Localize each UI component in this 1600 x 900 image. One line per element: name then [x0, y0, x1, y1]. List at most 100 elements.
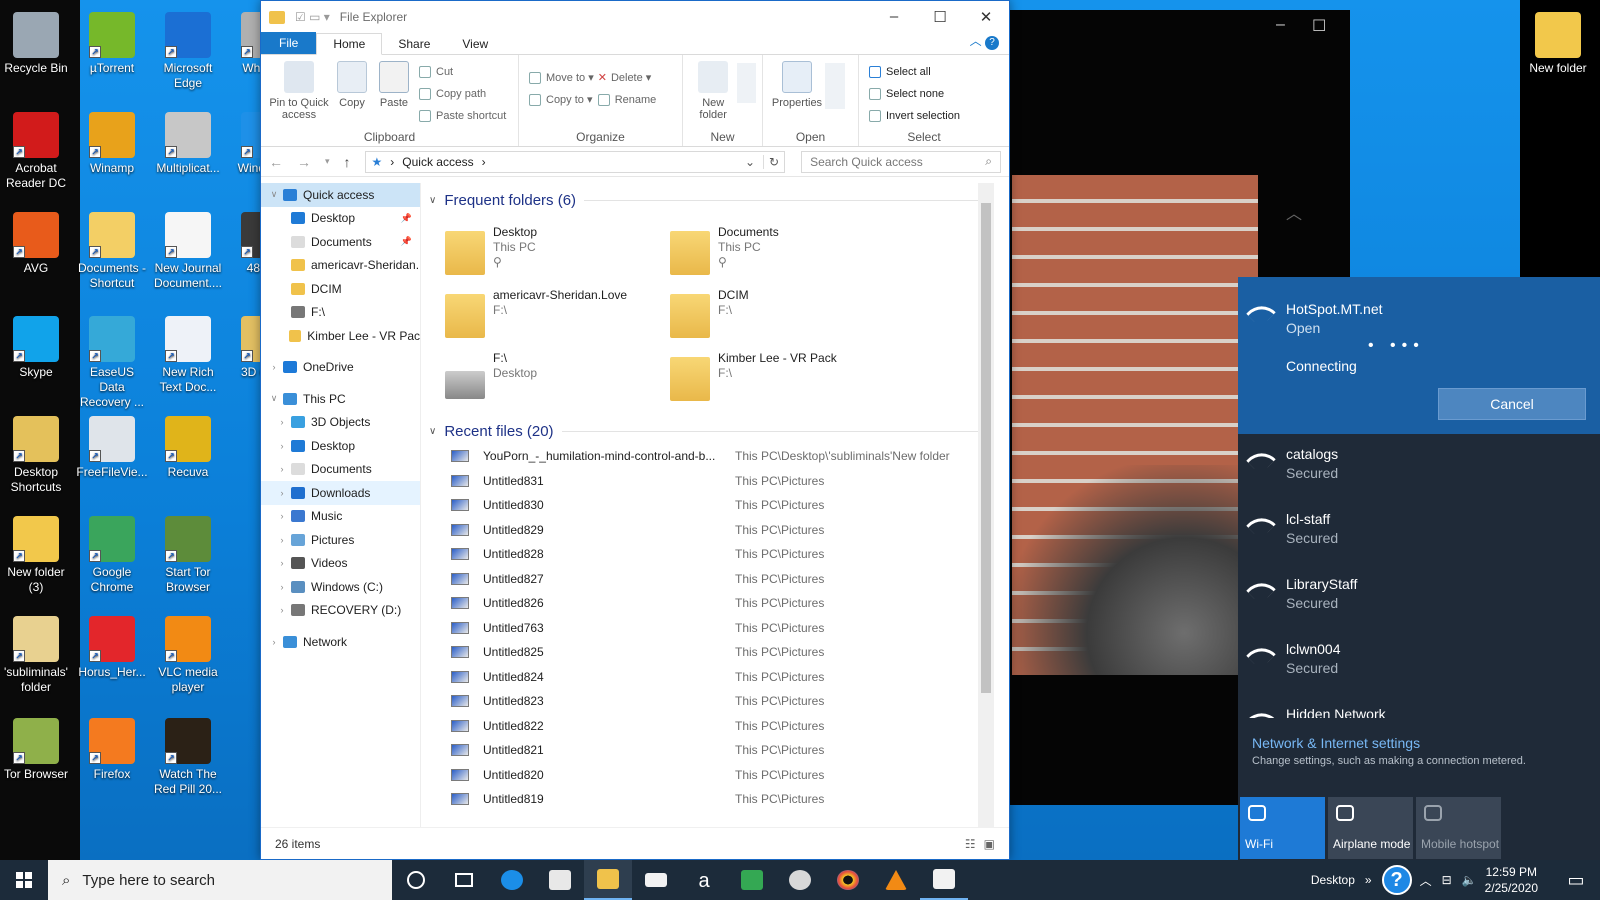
- delete-button[interactable]: ✕ Delete ▾: [594, 67, 657, 89]
- copy-to-button[interactable]: Copy to ▾: [525, 89, 594, 111]
- recent-file-row[interactable]: Untitled823 This PC\Pictures: [423, 689, 978, 714]
- quick-action-mobile-hotspot[interactable]: Mobile hotspot: [1416, 797, 1501, 859]
- paste-shortcut-button[interactable]: Paste shortcut: [415, 105, 506, 127]
- recent-file-row[interactable]: Untitled820 This PC\Pictures: [423, 763, 978, 788]
- vlc-taskbar-icon[interactable]: [872, 860, 920, 900]
- desktop-icon-microsoft-edge[interactable]: ↗ Microsoft Edge: [152, 8, 224, 91]
- frequent-folder-f[interactable]: F:\ Desktop: [445, 351, 660, 411]
- file-explorer-taskbar-icon[interactable]: [584, 860, 632, 900]
- chevron-right-icon[interactable]: ›: [275, 488, 289, 498]
- nav-item-dcim[interactable]: DCIM: [261, 277, 420, 301]
- network-lcl-staff[interactable]: lcl-staff Secured: [1238, 499, 1600, 564]
- volume-icon[interactable]: 🔈: [1462, 873, 1477, 887]
- chevron-up-icon[interactable]: ︿: [1420, 872, 1432, 889]
- desktop-icon-google-chrome[interactable]: ↗ Google Chrome: [76, 512, 148, 595]
- properties-button[interactable]: Properties: [769, 59, 825, 128]
- recent-file-row[interactable]: Untitled819 This PC\Pictures: [423, 787, 978, 812]
- chevron-right-icon[interactable]: ›: [275, 464, 289, 474]
- nav-item-americavr-sheridan[interactable]: americavr-Sheridan.: [261, 254, 420, 278]
- search-box[interactable]: Search Quick access ⌕: [801, 150, 1001, 173]
- chevron-right-icon[interactable]: ›: [275, 417, 289, 427]
- desktop-icon-vlc-media-player[interactable]: ↗ VLC media player: [152, 612, 224, 695]
- nav-item-windows-c[interactable]: › Windows (C:): [261, 575, 420, 599]
- new-item-icon[interactable]: [737, 63, 756, 103]
- desktop-icon-avg[interactable]: ↗ AVG: [0, 208, 72, 276]
- network-connecting[interactable]: HotSpot.MT.net Open • ••• Connecting Can…: [1238, 277, 1600, 434]
- desktop-icon-documents-shortcut[interactable]: ↗ Documents - Shortcut: [76, 208, 148, 291]
- nav-item-downloads[interactable]: › Downloads: [261, 481, 420, 505]
- pin-icon[interactable]: 📌: [401, 236, 412, 247]
- mail-taskbar-icon[interactable]: [632, 860, 680, 900]
- taskbar-search[interactable]: ⌕ Type here to search: [48, 860, 392, 900]
- quick-action-wi-fi[interactable]: Wi-Fi: [1240, 797, 1325, 859]
- tripadvisor-taskbar-icon[interactable]: [728, 860, 776, 900]
- chevron-right-icon[interactable]: ›: [275, 511, 289, 521]
- desktop-icon-new-folder-3[interactable]: ↗ New folder (3): [0, 512, 72, 595]
- pin-icon[interactable]: ⚲: [493, 255, 537, 270]
- nav-item-f[interactable]: F:\: [261, 301, 420, 325]
- pin-icon[interactable]: ⚲: [718, 255, 779, 270]
- nav-item-documents[interactable]: › Documents: [261, 458, 420, 482]
- nav-item-desktop[interactable]: › Desktop: [261, 434, 420, 458]
- tab-view[interactable]: View: [446, 34, 504, 54]
- desktop-icon-recycle-bin[interactable]: Recycle Bin: [0, 8, 72, 76]
- copy-path-button[interactable]: Copy path: [415, 83, 506, 105]
- help-icon[interactable]: ?: [985, 36, 999, 50]
- minimize-icon[interactable]: –: [1276, 16, 1285, 34]
- copy-button[interactable]: Copy: [331, 59, 373, 128]
- desktop-icon-multiplicat[interactable]: ↗ Multiplicat...: [152, 108, 224, 176]
- chevron-right-icon[interactable]: ›: [275, 558, 289, 568]
- select-none-button[interactable]: Select none: [865, 83, 960, 105]
- amazon-taskbar-icon[interactable]: a: [680, 860, 728, 900]
- frequent-folder-kimber-lee-vr-pack[interactable]: Kimber Lee - VR Pack F:\: [670, 351, 885, 411]
- nav-item-documents[interactable]: Documents 📌: [261, 230, 420, 254]
- chevron-up-icon[interactable]: ︿: [1286, 200, 1302, 224]
- recent-file-row[interactable]: Untitled821 This PC\Pictures: [423, 738, 978, 763]
- up-icon[interactable]: ↑: [344, 154, 351, 170]
- desktop-icon-acrobat-reader-dc[interactable]: ↗ Acrobat Reader DC: [0, 108, 72, 191]
- toolbar-expand-icon[interactable]: »: [1365, 873, 1372, 887]
- minimize-button[interactable]: –: [871, 8, 917, 26]
- network-tray-icon[interactable]: ⊟: [1442, 873, 1452, 887]
- tab-file[interactable]: File: [261, 32, 317, 54]
- address-path[interactable]: ★ › Quick access › ⌄ ↻: [364, 150, 786, 173]
- frequent-folder-americavr-sheridan-love[interactable]: americavr-Sheridan.Love F:\: [445, 288, 660, 348]
- close-button[interactable]: ✕: [963, 8, 1009, 26]
- chevron-right-icon[interactable]: ›: [275, 441, 289, 451]
- color-app-taskbar-icon[interactable]: [824, 860, 872, 900]
- media-app-taskbar-icon[interactable]: [776, 860, 824, 900]
- desktop-icon-new-journal-document[interactable]: ↗ New Journal Document....: [152, 208, 224, 291]
- rename-button[interactable]: Rename: [594, 89, 656, 111]
- open-icon[interactable]: [825, 63, 845, 109]
- start-button[interactable]: [0, 860, 48, 900]
- recent-file-row[interactable]: YouPorn_-_humilation-mind-control-and-b.…: [423, 444, 978, 469]
- vertical-scrollbar[interactable]: [978, 183, 994, 828]
- desktop-icon-torrent[interactable]: ↗ µTorrent: [76, 8, 148, 76]
- chevron-down-icon[interactable]: ∨: [267, 393, 281, 404]
- frequent-folder-desktop[interactable]: Desktop This PC ⚲: [445, 225, 660, 285]
- forward-icon[interactable]: →: [297, 154, 311, 170]
- clock[interactable]: 12:59 PM 2/25/2020: [1485, 864, 1538, 896]
- nav-item-desktop[interactable]: Desktop 📌: [261, 207, 420, 231]
- frequent-folder-dcim[interactable]: DCIM F:\: [670, 288, 885, 348]
- recent-file-row[interactable]: Untitled827 This PC\Pictures: [423, 567, 978, 592]
- large-icons-view-icon[interactable]: ▣: [984, 837, 995, 851]
- pin-icon[interactable]: 📌: [401, 213, 412, 224]
- network-librarystaff[interactable]: LibraryStaff Secured: [1238, 564, 1600, 629]
- refresh-icon[interactable]: ↻: [763, 154, 784, 169]
- desktop-icon-firefox[interactable]: ↗ Firefox: [76, 714, 148, 782]
- task-view-icon[interactable]: [440, 860, 488, 900]
- recent-file-row[interactable]: Untitled763 This PC\Pictures: [423, 616, 978, 641]
- cortana-icon[interactable]: [392, 860, 440, 900]
- select-all-button[interactable]: Select all: [865, 61, 960, 83]
- desktop-icon-skype[interactable]: ↗ Skype: [0, 312, 72, 380]
- desktop-icon-subliminals-folder[interactable]: ↗ 'subliminals' folder: [0, 612, 72, 695]
- tab-share[interactable]: Share: [382, 34, 446, 54]
- nav-item-recovery-d[interactable]: › RECOVERY (D:): [261, 599, 420, 623]
- cancel-button[interactable]: Cancel: [1438, 388, 1586, 420]
- edge-taskbar-icon[interactable]: [488, 860, 536, 900]
- frequent-folders-header[interactable]: ∨ Frequent folders (6): [423, 187, 978, 213]
- maximize-button[interactable]: ☐: [917, 8, 963, 26]
- chevron-right-icon[interactable]: ›: [275, 582, 289, 592]
- nav-item-this-pc[interactable]: ∨ This PC: [261, 387, 420, 411]
